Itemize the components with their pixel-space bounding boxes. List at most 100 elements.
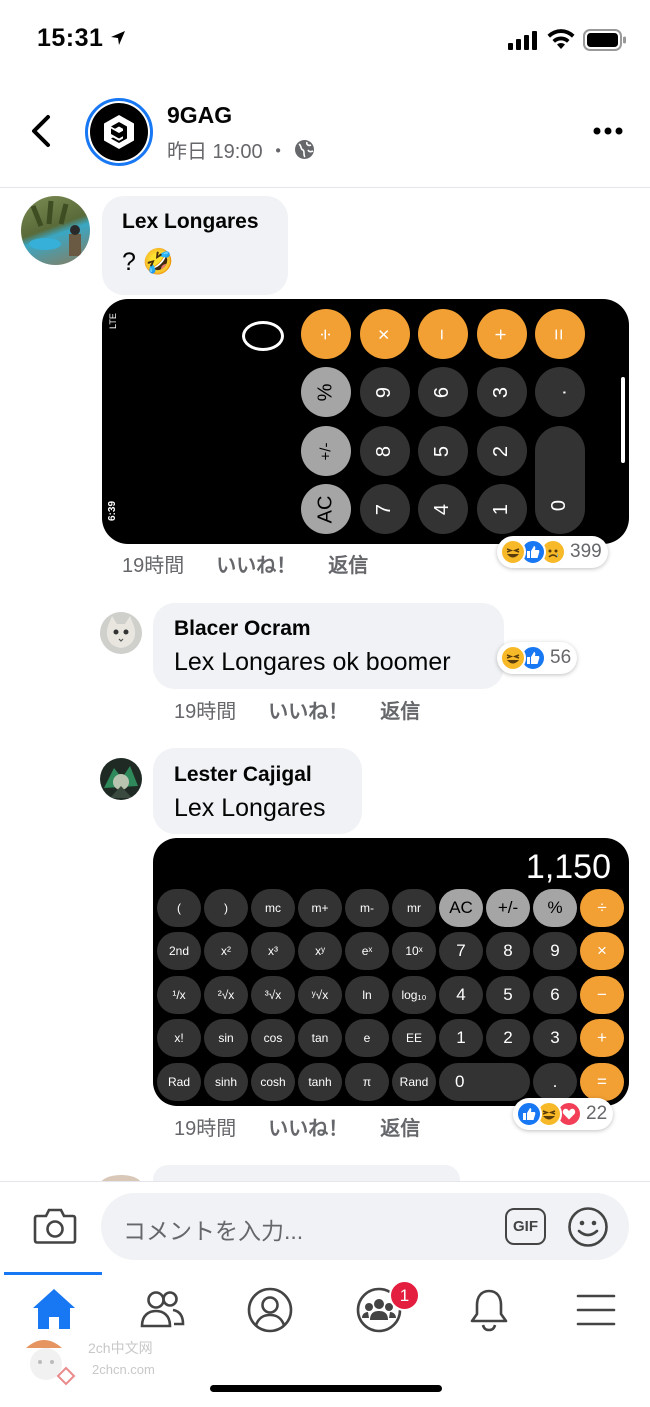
more-options-icon[interactable] [593,126,623,136]
calc-key: π [345,1063,389,1101]
commenter-name[interactable]: Blacer Ocram [174,617,311,641]
calc-key: 10ˣ [392,932,436,970]
calc-key: 8 [360,426,410,476]
comment-input-placeholder: コメントを入力... [123,1218,304,1244]
calc-key: 1 [439,1019,483,1057]
profile-icon[interactable] [246,1286,294,1334]
reaction-count: 56 [550,647,572,668]
calc-key: − [418,309,468,359]
calc-key: ÷ [301,309,351,359]
haha-reaction-icon [500,539,526,565]
calc-key: ³√x [251,976,295,1014]
calc-key: 6 [533,976,577,1014]
calc-key: 3 [533,1019,577,1057]
emoji-icon[interactable] [567,1206,609,1248]
calc-key: 4 [418,484,468,534]
page-avatar[interactable] [85,98,153,166]
status-bar: 15:31 [0,0,650,80]
calc-key: Rad [157,1063,201,1101]
wifi-icon [547,29,575,49]
calc-key: = [580,1063,624,1101]
reply-button[interactable]: 返信 [380,695,420,724]
calc-key: +/- [301,426,351,476]
reply-button[interactable]: 返信 [380,1112,420,1141]
calc-key: ( [157,889,201,927]
comment-image-calculator[interactable]: LTE 6:39 ÷ × − + = % 9 6 3 . +/- 8 5 2 0… [102,299,629,544]
calc-key-zero: 0 [535,426,585,534]
calc-key: ¹/x [157,976,201,1014]
calc-key: x! [157,1019,201,1057]
calc-key: 5 [486,976,530,1014]
reaction-summary[interactable]: 22 [513,1098,614,1130]
calc-key: 9 [360,367,410,417]
calc-key: × [360,309,410,359]
location-arrow-icon [111,31,125,45]
calc-key: 0 [439,1063,530,1101]
calc-key: tanh [298,1063,342,1101]
battery-icon [583,29,626,51]
menu-icon[interactable] [576,1293,616,1327]
notifications-bell-icon[interactable] [468,1287,510,1333]
commenter-avatar[interactable] [21,196,90,265]
calc-key: sinh [204,1063,248,1101]
like-button[interactable]: いいね！ [268,1112,348,1141]
calc-key: × [580,932,624,970]
like-button[interactable]: いいね！ [268,695,348,724]
calc-key: 6 [418,367,468,417]
home-bar [621,377,625,463]
calc-key: +/- [486,889,530,927]
like-reaction-icon [516,1101,542,1127]
gif-icon[interactable]: GIF [505,1208,546,1245]
calc-key: x² [204,932,248,970]
calc-key: 7 [360,484,410,534]
commenter-name[interactable]: Lex Longares [122,210,259,234]
9gag-logo-icon [104,115,134,149]
like-button[interactable]: いいね！ [216,549,296,578]
comment-time: 19時間 [174,701,237,723]
calc-key: 5 [418,426,468,476]
calc-key: AC [439,889,483,927]
comment-time: 19時間 [174,1118,237,1140]
post-meta: 昨日 19:00 ・ [167,135,315,164]
calc-key: cos [251,1019,295,1057]
reaction-summary[interactable]: 399 [497,536,608,568]
camera-icon[interactable] [33,1207,77,1245]
commenter-avatar[interactable] [100,612,142,654]
commenter-name[interactable]: Lester Cajigal [174,763,312,787]
reaction-summary[interactable]: 56 [497,642,578,674]
calc-key: 2 [486,1019,530,1057]
friends-icon[interactable] [139,1289,185,1329]
watermark-url: 2chcn.com [92,1362,155,1377]
phone-signal: LTE [108,313,118,329]
calc-key: mc [251,889,295,927]
comment-image-scientific-calculator[interactable]: 1,150 () mc m+ m-mr AC +/-% ÷ 2nd x² x³ xʸ eˣ 10ˣ 7 8 9… [153,838,629,1106]
calc-key: Rand [392,1063,436,1101]
calc-key: − [580,976,624,1014]
calc-key: mr [392,889,436,927]
calc-key: 8 [486,932,530,970]
calc-key: eˣ [345,932,389,970]
back-chevron-icon[interactable] [28,114,54,148]
calc-key: 1 [477,484,527,534]
page-name[interactable]: 9GAG [167,102,232,129]
calc-key: 4 [439,976,483,1014]
groups-badge: 1 [389,1280,420,1311]
home-indicator [210,1385,442,1392]
commenter-avatar[interactable] [100,758,142,800]
calc-key: 2 [477,426,527,476]
status-time: 15:31 [37,24,104,52]
haha-reaction-icon [500,645,526,671]
calc-key: % [301,367,351,417]
comment-actions: 19時間 いいね！ 返信 [122,549,368,578]
calc-key: % [533,889,577,927]
active-tab-indicator [4,1272,102,1275]
home-icon[interactable] [31,1287,77,1331]
calc-key: m+ [298,889,342,927]
calc-key: log₁₀ [392,976,436,1014]
calc-key: ) [204,889,248,927]
calc-key: x³ [251,932,295,970]
reply-button[interactable]: 返信 [328,549,368,578]
calc-key: + [580,1019,624,1057]
calc-key: xʸ [298,932,342,970]
signal-icon [508,31,537,50]
